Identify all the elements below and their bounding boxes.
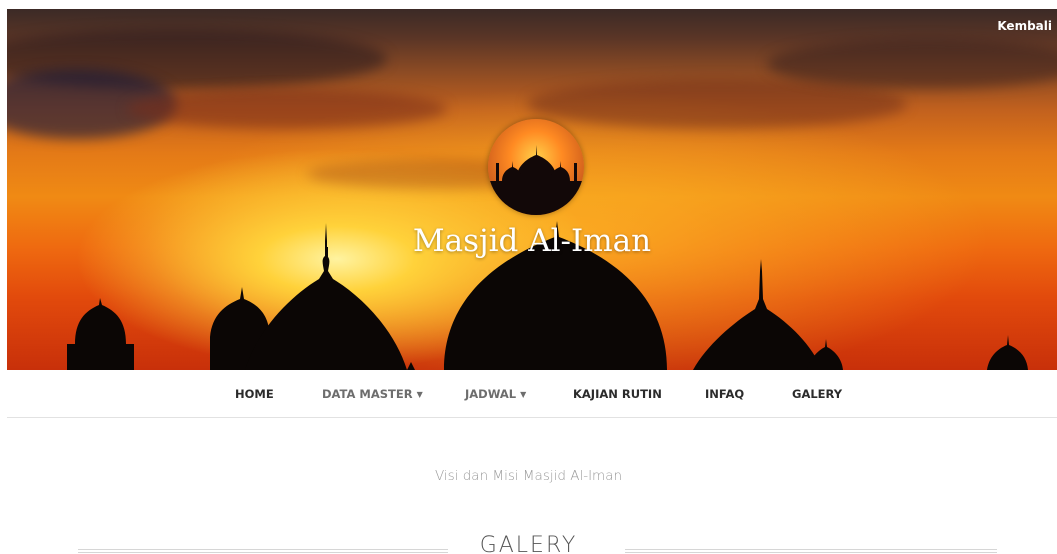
nav-kajian-rutin[interactable]: KAJIAN RUTIN (573, 387, 662, 401)
heading-divider-right (625, 549, 997, 553)
nav-infaq-label: INFAQ (705, 387, 745, 401)
nav-jadwal[interactable]: JADWAL ▼ (465, 387, 526, 401)
nav-galery[interactable]: GALERY (792, 387, 842, 401)
nav-data-master[interactable]: DATA MASTER ▼ (322, 387, 423, 401)
nav-kajian-rutin-label: KAJIAN RUTIN (573, 387, 662, 401)
nav-home-label: HOME (235, 387, 274, 401)
caret-down-icon: ▼ (520, 390, 527, 399)
caret-down-icon: ▼ (416, 390, 423, 399)
nav-jadwal-label: JADWAL (465, 387, 517, 401)
hero-banner: Kembali Masjid Al-Iman (7, 9, 1057, 370)
nav-infaq[interactable]: INFAQ (705, 387, 744, 401)
site-title: Masjid Al-Iman (412, 223, 652, 259)
mosque-logo (488, 119, 584, 215)
nav-galery-label: GALERY (792, 387, 843, 401)
main-navbar: HOME DATA MASTER ▼ JADWAL ▼ KAJIAN RUTIN I… (7, 370, 1057, 418)
tagline: Visi dan Misi Masjid Al-Iman (434, 468, 623, 484)
back-link[interactable]: Kembali (997, 19, 1052, 33)
nav-data-master-label: DATA MASTER (322, 387, 413, 401)
nav-home[interactable]: HOME (235, 387, 274, 401)
